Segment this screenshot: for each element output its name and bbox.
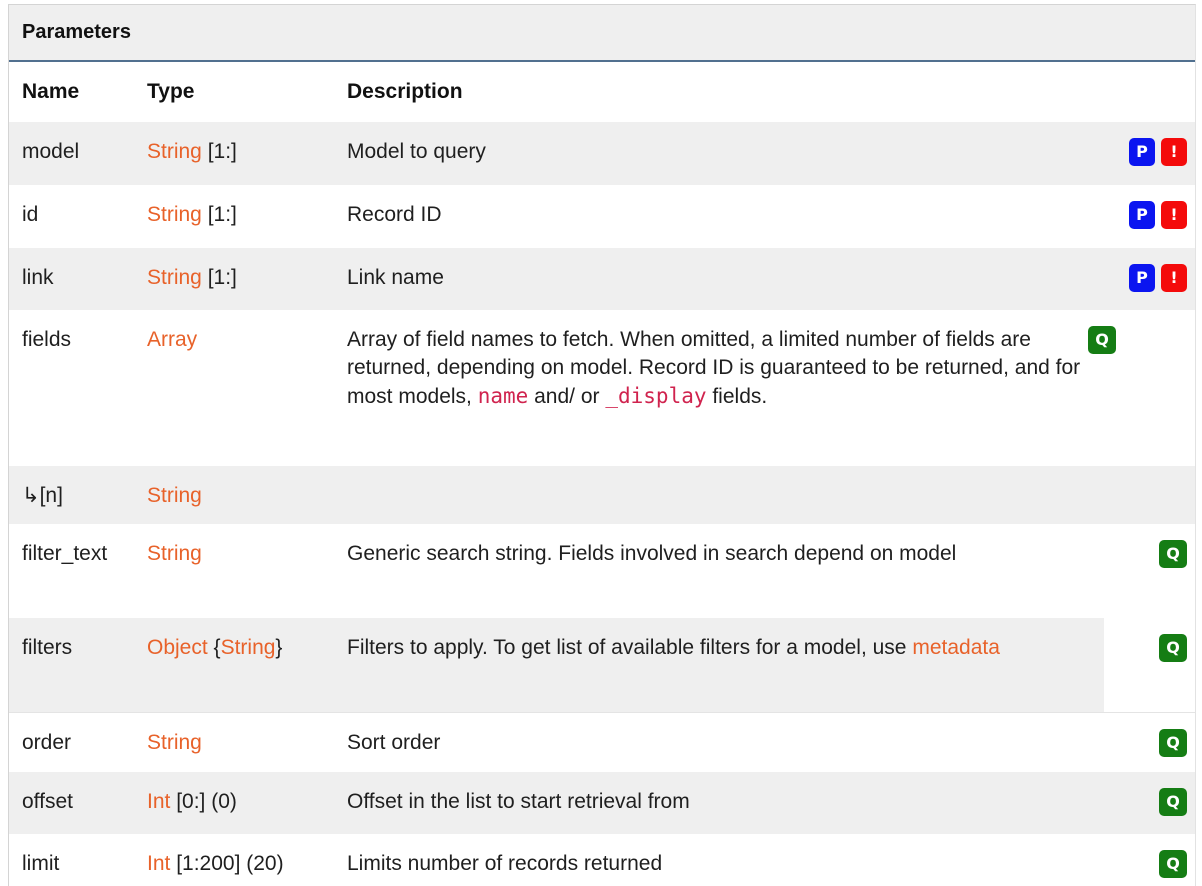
path-param-badge: P — [1129, 138, 1155, 166]
type-link[interactable]: String — [147, 484, 202, 507]
param-badges: Q — [1088, 326, 1195, 354]
code-name: name — [477, 384, 529, 408]
param-badges: Q — [1088, 634, 1195, 662]
type-brace: { — [207, 636, 221, 659]
query-param-badge: Q — [1159, 788, 1187, 816]
description-text: Filters to apply. To get list of availab… — [347, 636, 913, 659]
table-header-row: Name Type Description — [9, 62, 1195, 122]
table-row-filter-text: filter_text String Generic search string… — [9, 524, 1195, 618]
param-badges: Q — [1088, 729, 1195, 757]
required-badge: ! — [1161, 138, 1187, 166]
query-param-badge: Q — [1159, 850, 1187, 878]
param-name: fields — [22, 328, 72, 351]
param-badges: P ! — [1088, 201, 1195, 229]
table-row-id: id String [1:] Record ID P ! — [9, 185, 1195, 248]
table-row-array-item: ↳[n] String — [9, 466, 1195, 524]
type-range: [1:200] (20) — [170, 852, 284, 875]
column-header-name: Name — [22, 80, 80, 103]
type-range: [0:] (0) — [170, 790, 237, 813]
table-row-model: model String [1:] Model to query P ! — [9, 122, 1195, 185]
panel-title: Parameters — [9, 5, 1195, 62]
param-description: Array of field names to fetch. When omit… — [347, 326, 1088, 411]
type-brace: } — [275, 636, 283, 659]
required-badge: ! — [1161, 264, 1187, 292]
param-name: order — [22, 731, 72, 754]
path-param-badge: P — [1129, 264, 1155, 292]
type-link[interactable]: String — [147, 203, 202, 226]
param-name: link — [22, 266, 54, 289]
type-range: [1:] — [201, 140, 237, 163]
param-type: String [1:] — [147, 264, 347, 292]
param-type: Object {String} — [147, 634, 347, 662]
param-type: Int [0:] (0) — [147, 788, 347, 816]
param-badges: P ! — [1088, 264, 1195, 292]
query-param-badge: Q — [1159, 634, 1187, 662]
table-row-offset: offset Int [0:] (0) Offset in the list t… — [9, 772, 1195, 834]
param-description: Filters to apply. To get list of availab… — [347, 634, 1088, 662]
param-type: String — [147, 540, 347, 568]
param-description: Generic search string. Fields involved i… — [347, 542, 957, 565]
column-header-description: Description — [347, 80, 463, 103]
type-link[interactable]: Object — [147, 636, 208, 659]
type-range: [1:] — [201, 266, 237, 289]
table-row-order: order String Sort order Q — [9, 712, 1195, 772]
param-description: Limits number of records returned — [347, 852, 663, 875]
param-description: Link name — [347, 266, 444, 289]
type-link[interactable]: String — [147, 140, 202, 163]
param-description: Model to query — [347, 140, 486, 163]
table-row-limit: limit Int [1:200] (20) Limits number of … — [9, 834, 1195, 886]
param-badges: Q — [1088, 788, 1195, 816]
param-type: String — [147, 729, 347, 757]
table-row-link: link String [1:] Link name P ! — [9, 248, 1195, 310]
param-badges: Q — [1088, 850, 1195, 878]
type-link[interactable]: String — [147, 542, 202, 565]
param-type: String [1:] — [147, 138, 347, 166]
type-link[interactable]: String — [221, 636, 276, 659]
param-type: String — [147, 482, 347, 510]
type-link[interactable]: String — [147, 731, 202, 754]
metadata-link[interactable]: metadata — [912, 636, 1000, 659]
query-param-badge: Q — [1159, 540, 1187, 568]
query-param-badge: Q — [1159, 729, 1187, 757]
param-name: ↳[n] — [22, 484, 63, 507]
type-range: [1:] — [201, 203, 237, 226]
param-badges: P ! — [1088, 138, 1195, 166]
code-display: _display — [605, 384, 707, 408]
required-badge: ! — [1161, 201, 1187, 229]
table-row-filters: filters Object {String} Filters to apply… — [9, 618, 1195, 712]
type-link[interactable]: Int — [147, 790, 170, 813]
parameters-panel: Parameters Name Type Description model S… — [8, 4, 1196, 886]
param-name: limit — [22, 852, 60, 875]
description-text: and/ or — [528, 385, 606, 408]
query-param-badge: Q — [1088, 326, 1116, 354]
param-name: model — [22, 140, 80, 163]
param-description: Record ID — [347, 203, 442, 226]
type-link[interactable]: Int — [147, 852, 170, 875]
description-text: fields. — [706, 385, 768, 408]
param-name: filter_text — [22, 542, 108, 565]
param-name: id — [22, 203, 39, 226]
param-type: String [1:] — [147, 201, 347, 229]
param-type: Int [1:200] (20) — [147, 850, 347, 878]
param-description: Sort order — [347, 731, 441, 754]
type-link[interactable]: Array — [147, 328, 197, 351]
param-type: Array — [147, 326, 347, 354]
path-param-badge: P — [1129, 201, 1155, 229]
param-name: filters — [22, 636, 73, 659]
type-link[interactable]: String — [147, 266, 202, 289]
param-name: offset — [22, 790, 73, 813]
param-description: Offset in the list to start retrieval fr… — [347, 790, 690, 813]
param-badges: Q — [1088, 540, 1195, 568]
column-header-type: Type — [147, 80, 195, 103]
table-row-fields: fields Array Array of field names to fet… — [9, 310, 1195, 466]
